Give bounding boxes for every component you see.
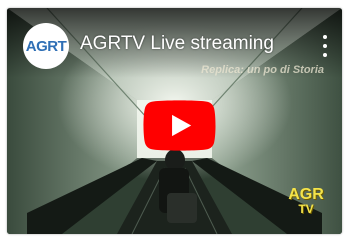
menu-dot: [323, 53, 327, 57]
more-vert-icon[interactable]: [320, 35, 330, 57]
menu-dot: [323, 35, 327, 39]
video-embed-player[interactable]: AGRT AGRTV Live streaming Replica: un po…: [7, 8, 342, 234]
channel-logo-text: AGRT: [25, 37, 67, 55]
menu-dot: [323, 44, 327, 48]
channel-watermark: AGR TV: [280, 186, 332, 217]
video-title[interactable]: AGRTV Live streaming: [80, 33, 300, 55]
youtube-play-icon[interactable]: [143, 100, 216, 151]
watermark-bottom-text: TV: [298, 202, 314, 216]
channel-avatar[interactable]: AGRT: [23, 23, 69, 69]
watermark-top-text: AGR: [288, 186, 324, 203]
video-overlay-caption: Replica: un po di Storia: [201, 64, 324, 76]
